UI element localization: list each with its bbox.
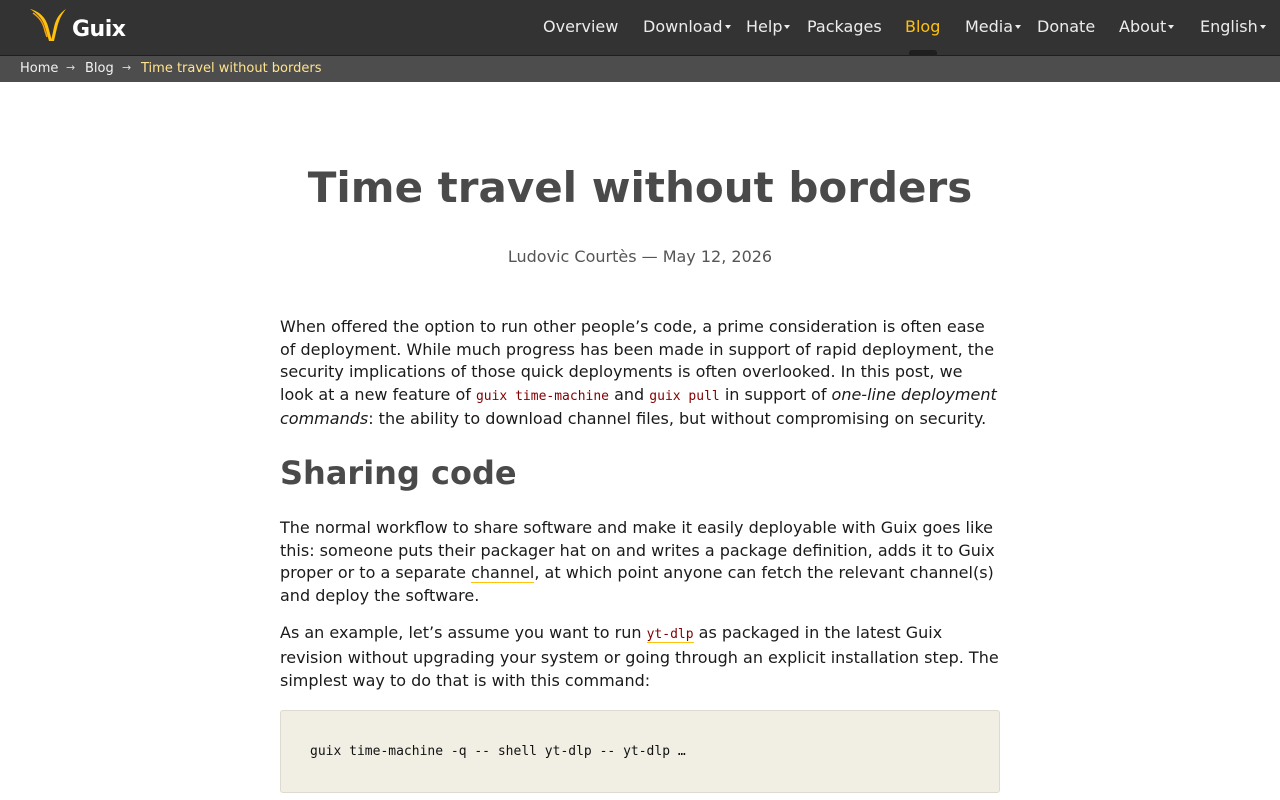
chevron-down-icon <box>724 24 731 29</box>
nav-media-label: Media <box>965 17 1014 36</box>
nav-help[interactable]: Help <box>746 17 791 36</box>
page-title: Time travel without borders <box>307 163 973 212</box>
breadcrumb-home[interactable]: Home <box>20 61 58 76</box>
article-paragraph: When offered the option to run other peo… <box>280 316 1000 431</box>
section-heading: Sharing code <box>280 453 517 492</box>
nav-help-label: Help <box>746 17 783 36</box>
inline-code: guix pull <box>649 388 720 404</box>
channel-link[interactable]: channel <box>471 563 535 584</box>
article-paragraph: As an example, let’s assume you want to … <box>280 622 1000 692</box>
article-byline: Ludovic Courtès — May 12, 2026 <box>507 247 773 266</box>
chevron-down-icon <box>784 24 791 29</box>
nav-download-label: Download <box>643 17 723 36</box>
breadcrumb: Home → Blog → Time travel without border… <box>0 56 1280 82</box>
inline-code: yt-dlp <box>646 627 694 643</box>
breadcrumb-current: Time travel without borders <box>141 61 322 76</box>
chevron-down-icon <box>1259 24 1266 29</box>
yt-dlp-link[interactable]: yt-dlp <box>646 623 694 644</box>
article-body: When offered the option to run other peo… <box>280 316 1000 794</box>
breadcrumb-separator: → <box>122 61 132 74</box>
nav-overview[interactable]: Overview <box>543 17 618 36</box>
nav-about-label: About <box>1119 17 1167 36</box>
paragraph-text: As an example, let’s assume you want to … <box>280 623 647 643</box>
paragraph-text: and <box>609 384 650 404</box>
nav-download[interactable]: Download <box>643 17 731 36</box>
breadcrumb-blog[interactable]: Blog <box>85 61 114 76</box>
nav-donate[interactable]: Donate <box>1037 17 1095 36</box>
paragraph-text: in support of <box>719 384 832 404</box>
code-block: guix time-machine -q -- shell yt-dlp -- … <box>280 710 1000 794</box>
main-nav: Overview Download Help Packages Blog Med… <box>0 0 1280 56</box>
article-paragraph: The normal workflow to share software an… <box>280 517 1000 607</box>
chevron-down-icon <box>1015 24 1022 29</box>
nav-media[interactable]: Media <box>965 17 1022 36</box>
inline-code: guix time-machine <box>475 388 610 404</box>
chevron-down-icon <box>1168 24 1175 29</box>
nav-packages[interactable]: Packages <box>807 17 882 36</box>
paragraph-text: : the ability to download channel files,… <box>368 409 987 429</box>
nav-about[interactable]: About <box>1119 17 1175 36</box>
breadcrumb-separator: → <box>66 61 76 74</box>
language-selector[interactable]: English <box>1200 17 1266 36</box>
top-navigation-bar: Guix Overview Download Help Packages Blo… <box>0 0 1280 56</box>
nav-blog[interactable]: Blog <box>905 17 940 36</box>
language-label: English <box>1200 17 1258 36</box>
